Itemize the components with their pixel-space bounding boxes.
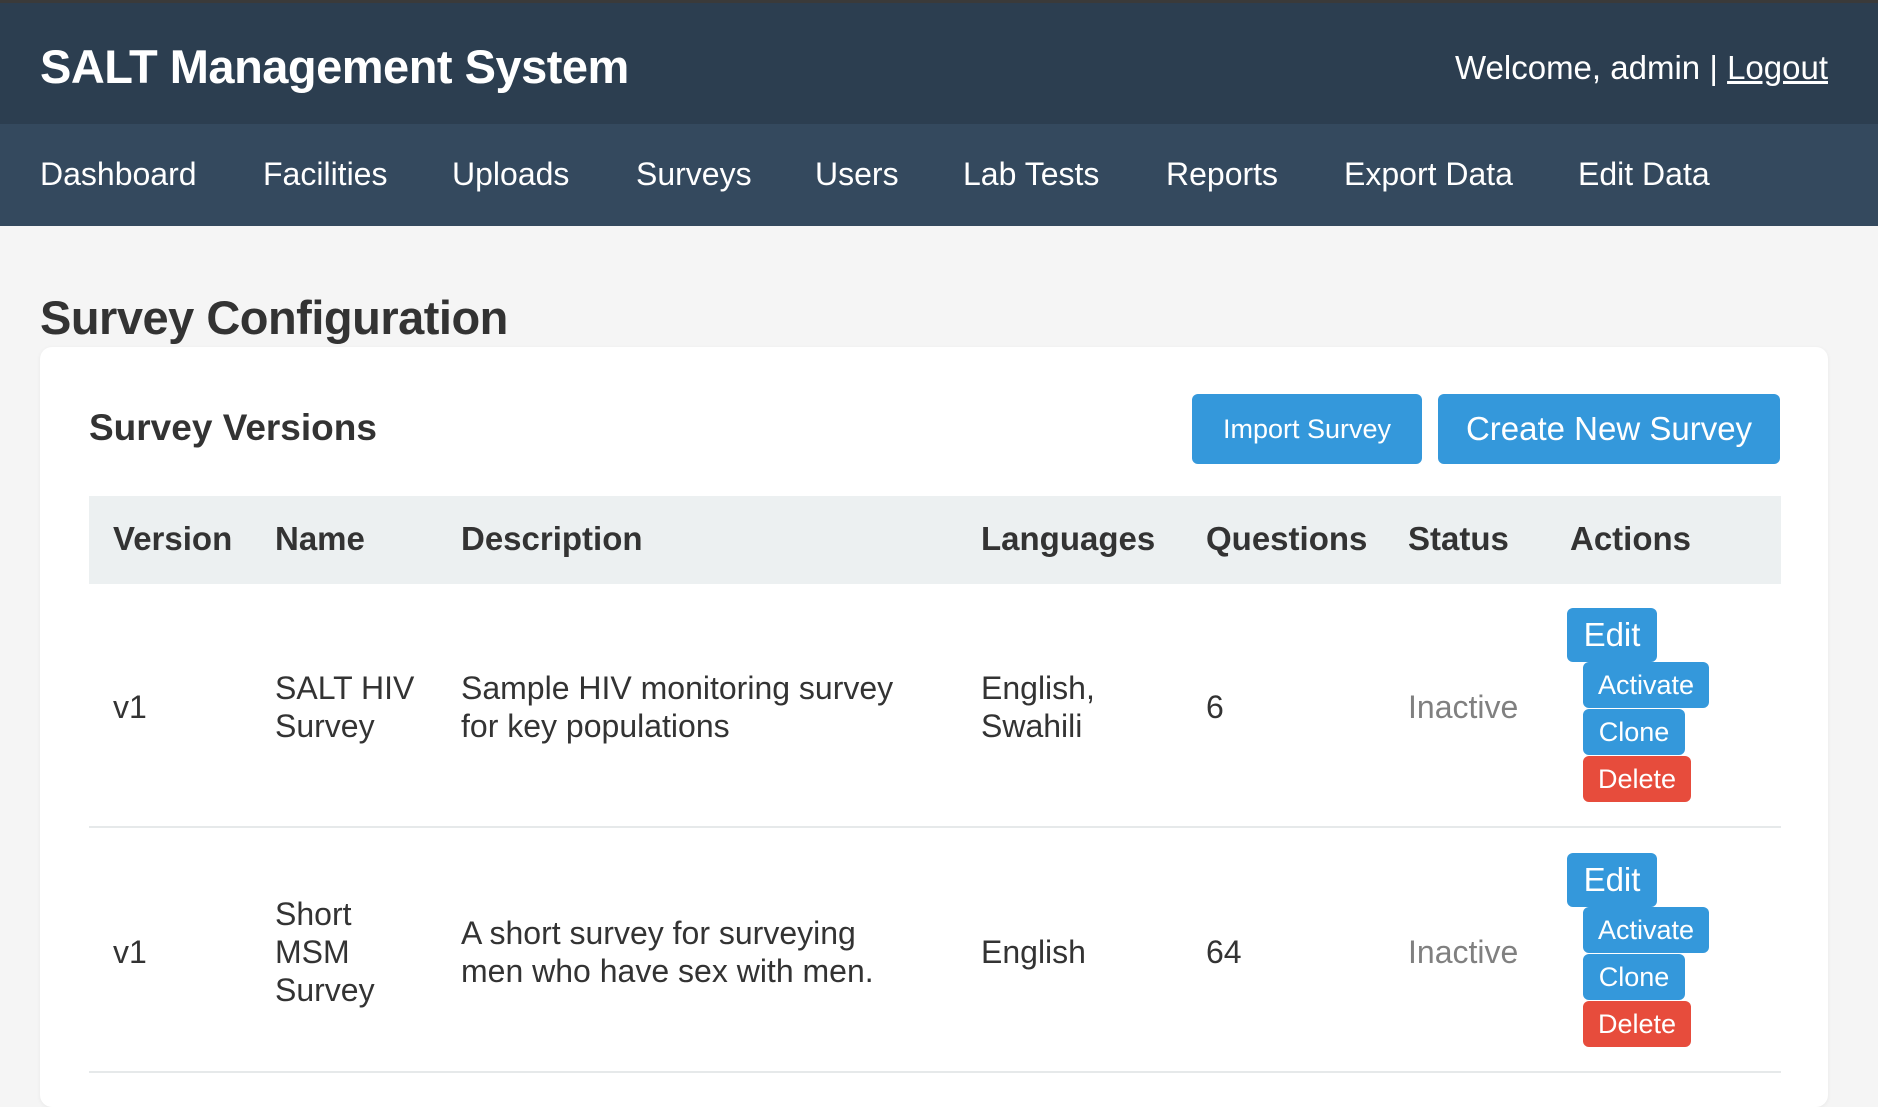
separator: | [1709, 49, 1718, 86]
activate-button[interactable]: Activate [1583, 662, 1709, 708]
cell-name: SALT HIV Survey [275, 669, 414, 745]
app-title: SALT Management System [40, 40, 629, 93]
user-info: Welcome, admin | Logout [1455, 49, 1828, 87]
column-header-description: Description [461, 520, 643, 557]
column-header-version: Version [113, 520, 233, 557]
clone-button[interactable]: Clone [1583, 709, 1685, 755]
cell-languages: English [981, 933, 1086, 971]
cell-description-line: for key populations [461, 708, 730, 744]
cell-status: Inactive [1408, 934, 1519, 970]
cell-questions: 64 [1206, 934, 1242, 970]
nav-item-uploads[interactable]: Uploads [452, 156, 569, 193]
cell-description: A short survey for surveying men who hav… [461, 914, 874, 990]
survey-versions-card: Survey Versions Import Survey Create New… [40, 347, 1828, 1107]
cell-description: Sample HIV monitoring survey for key pop… [461, 669, 893, 745]
cell-languages-line: English, [981, 670, 1095, 706]
column-header-name: Name [275, 520, 365, 557]
cell-languages: English, Swahili [981, 669, 1095, 745]
logout-link[interactable]: Logout [1727, 49, 1828, 86]
edit-button[interactable]: Edit [1567, 853, 1657, 907]
delete-button[interactable]: Delete [1583, 1001, 1691, 1047]
table-row: v1 Short MSM Survey A short survey for s… [89, 829, 1781, 1073]
nav-item-reports[interactable]: Reports [1166, 156, 1278, 193]
card-title: Survey Versions [89, 407, 377, 448]
column-header-languages: Languages [981, 520, 1156, 557]
delete-button[interactable]: Delete [1583, 756, 1691, 802]
main-nav: Dashboard Facilities Uploads Surveys Use… [0, 124, 1878, 226]
create-new-survey-button[interactable]: Create New Survey [1438, 394, 1780, 464]
nav-item-lab-tests[interactable]: Lab Tests [963, 156, 1099, 193]
cell-description-line: A short survey for surveying [461, 915, 856, 951]
edit-button[interactable]: Edit [1567, 608, 1657, 662]
cell-questions: 6 [1206, 689, 1224, 725]
page-title: Survey Configuration [40, 291, 508, 344]
cell-name-line: MSM [275, 934, 350, 970]
cell-status: Inactive [1408, 689, 1519, 725]
cell-description-line: men who have sex with men. [461, 953, 874, 989]
cell-name-line: Survey [275, 972, 375, 1008]
nav-item-edit-data[interactable]: Edit Data [1578, 156, 1710, 193]
cell-version: v1 [113, 934, 147, 970]
top-header: SALT Management System Welcome, admin | … [0, 0, 1878, 124]
cell-name-line: Survey [275, 708, 375, 744]
import-survey-button[interactable]: Import Survey [1192, 394, 1422, 464]
column-header-status: Status [1408, 520, 1509, 557]
welcome-text: Welcome, admin [1454, 49, 1701, 86]
nav-item-facilities[interactable]: Facilities [263, 156, 387, 193]
nav-item-surveys[interactable]: Surveys [636, 156, 752, 193]
cell-name-line: SALT HIV [275, 670, 415, 706]
column-header-actions: Actions [1570, 520, 1692, 557]
nav-item-users[interactable]: Users [815, 156, 899, 193]
cell-name-line: Short [275, 896, 352, 932]
clone-button[interactable]: Clone [1583, 954, 1685, 1000]
table-header: Version Name Description Languages Quest… [89, 496, 1781, 584]
nav-item-export-data[interactable]: Export Data [1344, 156, 1513, 193]
cell-languages-line: Swahili [981, 708, 1083, 744]
activate-button[interactable]: Activate [1583, 907, 1709, 953]
cell-description-line: Sample HIV monitoring survey [461, 670, 894, 706]
nav-item-dashboard[interactable]: Dashboard [40, 156, 197, 193]
column-header-questions: Questions [1206, 520, 1368, 557]
cell-version: v1 [113, 689, 147, 725]
table-row: v1 SALT HIV Survey Sample HIV monitoring… [89, 584, 1781, 828]
cell-languages-line: English [981, 934, 1086, 970]
cell-name: Short MSM Survey [275, 895, 375, 1009]
